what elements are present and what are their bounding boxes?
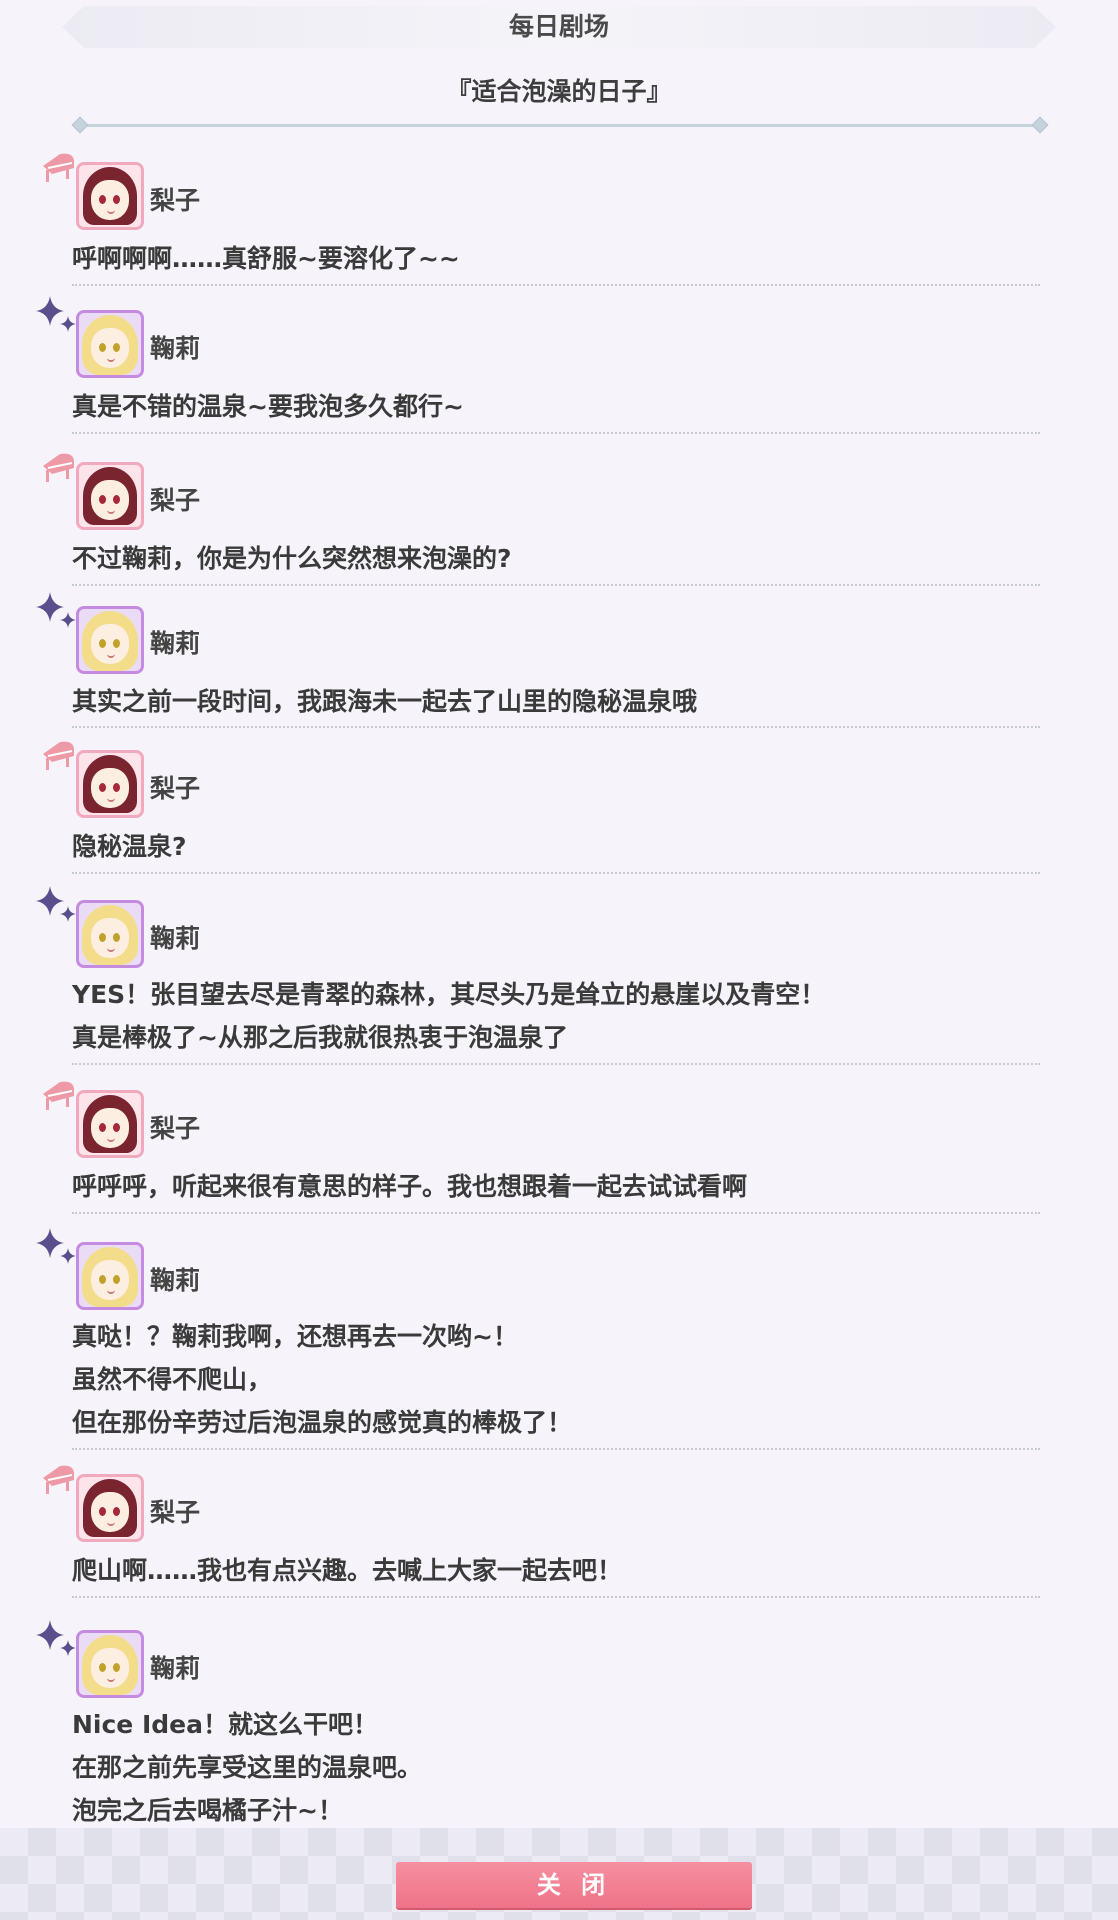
entry-separator xyxy=(72,584,1040,586)
entry-separator xyxy=(72,1448,1040,1450)
dialogue-line: 隐秘温泉? xyxy=(72,832,187,861)
entry-separator xyxy=(72,1596,1040,1598)
riko-avatar xyxy=(76,750,144,818)
dialogue-line: 虽然不得不爬山， xyxy=(72,1365,273,1394)
entry-separator xyxy=(72,284,1040,286)
speaker-name: 梨子 xyxy=(150,186,201,215)
dialogue-line: 泡完之后去喝橘子汁~！ xyxy=(72,1796,343,1825)
sparkle-icon xyxy=(36,886,76,922)
dialogue-line: 真是不错的温泉~要我泡多久都行~ xyxy=(72,392,464,421)
sparkle-icon xyxy=(36,1228,76,1264)
entry-separator xyxy=(72,726,1040,728)
entry-separator xyxy=(72,1212,1040,1214)
speaker-name: 鞠莉 xyxy=(150,1266,201,1295)
mari-avatar xyxy=(76,1242,144,1310)
dialogue-line: 但在那份辛劳过后泡温泉的感觉真的棒极了！ xyxy=(72,1408,573,1437)
divider-ornament-right xyxy=(1031,116,1049,134)
piano-icon xyxy=(43,741,74,770)
dialogue-line: 真是棒极了~从那之后我就很热衷于泡温泉了 xyxy=(72,1023,568,1052)
piano-icon xyxy=(43,1081,74,1110)
speaker-name: 梨子 xyxy=(150,774,201,803)
dialogue-line: 真哒！？鞠莉我啊，还想再去一次哟~！ xyxy=(72,1322,518,1351)
sparkle-icon xyxy=(36,1620,76,1656)
dialogue-line: 在那之前先享受这里的温泉吧。 xyxy=(72,1753,423,1782)
speaker-name: 鞠莉 xyxy=(150,1654,201,1683)
riko-avatar xyxy=(76,162,144,230)
piano-icon xyxy=(43,1465,74,1494)
entry-separator xyxy=(72,432,1040,434)
speaker-name: 梨子 xyxy=(150,1114,201,1143)
speaker-name: 鞠莉 xyxy=(150,924,201,953)
mari-avatar xyxy=(76,606,144,674)
entry-separator xyxy=(72,1063,1040,1065)
dialogue-line: 爬山啊……我也有点兴趣。去喊上大家一起去吧！ xyxy=(72,1556,623,1585)
speaker-name: 鞠莉 xyxy=(150,629,201,658)
dialogue-line: 其实之前一段时间，我跟海未一起去了山里的隐秘温泉哦 xyxy=(72,687,698,716)
mari-avatar xyxy=(76,1630,144,1698)
entry-separator xyxy=(72,872,1040,874)
page-title: 每日剧场 xyxy=(508,12,609,41)
close-button[interactable]: 关 闭 xyxy=(396,1862,752,1908)
riko-avatar xyxy=(76,462,144,530)
title-divider xyxy=(82,124,1036,127)
riko-avatar xyxy=(76,1474,144,1542)
dialogue-line: 呼啊啊啊……真舒服~要溶化了~~ xyxy=(72,244,460,273)
speaker-name: 梨子 xyxy=(150,1498,201,1527)
mari-avatar xyxy=(76,900,144,968)
dialogue-line: 呼呼呼，听起来很有意思的样子。我也想跟着一起去试试看啊 xyxy=(72,1172,748,1201)
speaker-name: 梨子 xyxy=(150,486,201,515)
piano-icon xyxy=(43,453,74,482)
dialogue-line: Nice Idea！就这么干吧！ xyxy=(72,1710,378,1739)
riko-avatar xyxy=(76,1090,144,1158)
story-title: 『适合泡澡的日子』 xyxy=(446,77,672,106)
sparkle-icon xyxy=(36,296,76,332)
divider-ornament-left xyxy=(71,116,89,134)
piano-icon xyxy=(43,153,74,182)
dialogue-line: YES！张目望去尽是青翠的森林，其尽头乃是耸立的悬崖以及青空！ xyxy=(72,980,826,1009)
dialogue-line: 不过鞠莉，你是为什么突然想来泡澡的? xyxy=(72,544,512,573)
mari-avatar xyxy=(76,310,144,378)
sparkle-icon xyxy=(36,592,76,628)
speaker-name: 鞠莉 xyxy=(150,334,201,363)
